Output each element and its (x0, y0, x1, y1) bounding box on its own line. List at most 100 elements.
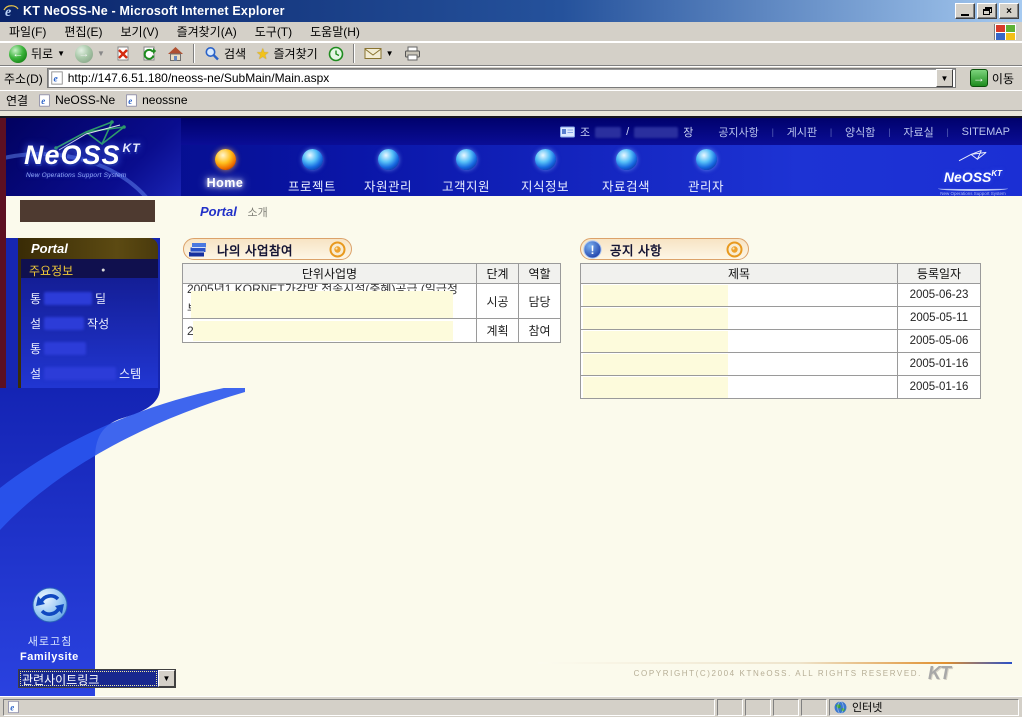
menu-help[interactable]: 도움말(H) (301, 21, 369, 42)
user-name-redacted (20, 200, 155, 222)
minimize-button[interactable] (955, 3, 975, 19)
user-prefix: 조 (580, 124, 590, 140)
stage-cell: 계획 (477, 319, 519, 343)
search-button[interactable]: 검색 (199, 43, 251, 65)
web-page: NeOSSKT New Operations Support System 조 … (0, 111, 1022, 696)
forward-dropdown-icon[interactable]: ▼ (97, 49, 105, 58)
col-role: 역할 (519, 264, 561, 284)
address-dropdown-icon[interactable]: ▼ (936, 69, 953, 87)
nav-resource[interactable]: 자원관리 (343, 149, 433, 195)
sidebar-swoosh (0, 388, 260, 696)
ie-page-icon: e (125, 94, 138, 107)
sidebar-item-4[interactable]: 설 스템 (21, 361, 158, 386)
quicklink-board[interactable]: 게시판 (781, 124, 823, 140)
menu-file[interactable]: 파일(F) (0, 21, 55, 42)
refresh-label: 새로고침 (14, 633, 86, 649)
toolbar-separator (353, 44, 355, 63)
address-url[interactable]: http://147.6.51.180/neoss-ne/SubMain/Mai… (68, 71, 936, 85)
kt-logo: KT (928, 663, 950, 684)
quicklink-library[interactable]: 자료실 (897, 124, 939, 140)
back-button[interactable]: ← 뒤로 ▼ (4, 43, 70, 65)
nav-home[interactable]: Home (180, 149, 270, 190)
menu-bar: 파일(F) 편집(E) 보기(V) 즐겨찾기(A) 도구(T) 도움말(H) (0, 22, 1022, 42)
print-button[interactable] (399, 43, 426, 65)
orange-ring-button[interactable] (329, 241, 346, 258)
redacted-text (583, 354, 728, 375)
mail-button[interactable]: ▼ (359, 43, 399, 65)
select-dropdown-icon[interactable]: ▼ (158, 670, 175, 687)
mail-icon (364, 47, 382, 60)
status-zone-label: 인터넷 (852, 699, 882, 715)
quicklink-notice[interactable]: 공지사항 (712, 124, 764, 140)
role-cell: 참여 (519, 319, 561, 343)
standard-toolbar: ← 뒤로 ▼ → ▼ (0, 42, 1022, 66)
neoss-logo: NeOSSKT (24, 142, 141, 169)
books-icon (187, 239, 209, 259)
mail-dropdown-icon[interactable]: ▼ (386, 49, 394, 58)
stop-button[interactable] (110, 43, 136, 65)
col-reg-date: 등록일자 (898, 264, 981, 284)
quick-links: 공지사항 | 게시판 | 양식함 | 자료실 | SITEMAP (712, 124, 1016, 140)
col-stage: 단계 (477, 264, 519, 284)
sidebar-menu: Portal 주요정보 ● 통 딜 설 작성 통 (18, 238, 158, 388)
table-header-row: 단위사업명 단계 역할 (183, 264, 561, 284)
restore-button[interactable] (977, 3, 997, 19)
menu-edit[interactable]: 편집(E) (55, 21, 111, 42)
breadcrumb-current: 소개 (247, 207, 267, 219)
table-row[interactable]: 2005-05-11 (581, 307, 981, 330)
svg-text:e: e (53, 74, 58, 85)
redacted-text (583, 331, 728, 352)
sidebar-section-main-info[interactable]: 주요정보 ● (21, 259, 158, 278)
forward-button[interactable]: → ▼ (70, 43, 110, 65)
ie-page-icon: e (50, 71, 64, 85)
menu-tools[interactable]: 도구(T) (246, 21, 301, 42)
ie-page-icon: e (38, 94, 51, 107)
orb-icon (302, 149, 323, 170)
quicklink-sitemap[interactable]: SITEMAP (956, 126, 1016, 138)
orb-icon (616, 149, 637, 170)
favorites-button[interactable]: ★ 즐겨찾기 (251, 43, 323, 65)
table-row[interactable]: 2005-01-16 (581, 353, 981, 376)
table-row[interactable]: 2005-05-06 (581, 330, 981, 353)
home-button[interactable] (162, 43, 189, 65)
orb-icon (378, 149, 399, 170)
redacted-text (583, 308, 728, 329)
address-input[interactable]: e http://147.6.51.180/neoss-ne/SubMain/M… (47, 68, 956, 88)
nav-search[interactable]: 자료검색 (581, 149, 671, 195)
search-icon (204, 46, 220, 62)
back-dropdown-icon[interactable]: ▼ (57, 49, 65, 58)
link-neoss-ne[interactable]: e NeOSS-Ne (38, 93, 115, 107)
nav-admin[interactable]: 관리자 (661, 149, 751, 195)
redacted-text (583, 377, 728, 398)
quicklink-forms[interactable]: 양식함 (839, 124, 881, 140)
sidebar-item-3[interactable]: 통 (21, 336, 158, 361)
id-card-icon (560, 126, 575, 138)
table-row[interactable]: 2 계획 참여 (183, 319, 561, 343)
nav-knowledge[interactable]: 지식정보 (500, 149, 590, 195)
sidebar-item-1[interactable]: 통 딜 (21, 286, 158, 311)
svg-text:e: e (10, 702, 14, 712)
link-neossne[interactable]: e neossne (125, 93, 187, 107)
refresh-button[interactable] (136, 43, 162, 65)
nav-customer[interactable]: 고객지원 (421, 149, 511, 195)
table-row[interactable]: 2005-06-23 (581, 284, 981, 307)
refresh-page-button[interactable]: 새로고침 (14, 586, 86, 649)
orange-ring-button[interactable] (726, 241, 743, 258)
redacted-text (583, 285, 728, 306)
star-icon: ★ (256, 45, 269, 63)
sidebar-item-2[interactable]: 설 작성 (21, 311, 158, 336)
logo-tagline: New Operations Support System (26, 172, 126, 179)
table-row[interactable]: 2005년1 KORNET가감망 전송시설(충혜)공급 (일급정 부 시공 담당 (183, 284, 561, 319)
menu-favorites[interactable]: 즐겨찾기(A) (168, 21, 246, 42)
history-button[interactable] (323, 43, 349, 65)
redacted-text (44, 367, 116, 380)
familysite-select[interactable]: 관련사이트링크 ▼ (18, 669, 176, 688)
close-button[interactable]: × (999, 3, 1019, 19)
user-suffix: 장 (683, 124, 693, 140)
go-button[interactable]: → 이동 (966, 68, 1018, 88)
menu-view[interactable]: 보기(V) (111, 21, 167, 42)
user-band: 조 / 장 공지사항 | 게시판 | 양식함 | 자료실 | SITEMAP (560, 124, 1022, 140)
table-row[interactable]: 2005-01-16 (581, 376, 981, 399)
links-bar: 연결 e NeOSS-Ne e neossne (0, 90, 1022, 111)
redacted-text (44, 292, 92, 305)
